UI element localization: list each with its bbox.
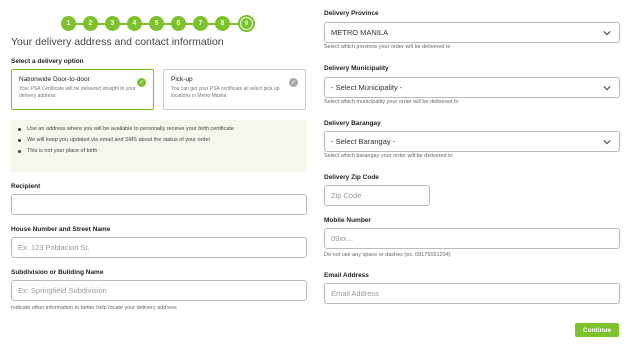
check-circle-icon: ✓	[289, 78, 298, 87]
barangay-select[interactable]: - Select Barangay -	[324, 131, 620, 152]
barangay-label: Delivery Barangay	[324, 120, 381, 127]
page-heading: Your delivery address and contact inform…	[11, 36, 224, 48]
province-value: METRO MANILA	[331, 28, 389, 37]
step-number: 1	[66, 20, 71, 27]
delivery-option-label: Select a delivery option	[11, 58, 84, 65]
option-description: You can get your PSA certificate at sele…	[171, 86, 280, 99]
house-input[interactable]: Ex: 123 Poblacion St.	[11, 237, 307, 258]
check-circle-icon: ✓	[137, 78, 146, 87]
email-input[interactable]: Email Address	[324, 283, 620, 304]
step-number: 8	[220, 20, 225, 27]
notice-item: Use an address where you will be availab…	[17, 126, 299, 132]
house-label: House Number and Street Name	[11, 226, 111, 233]
step-7[interactable]: 7	[193, 16, 208, 31]
step-number: 3	[110, 20, 115, 27]
municipality-value: - Select Municipality -	[331, 83, 403, 92]
step-9-current: 9	[238, 15, 255, 32]
mobile-hint: Do not use any space or dashes (ex. 0917…	[324, 252, 451, 258]
province-hint: Select which province your order will be…	[324, 44, 451, 50]
notice-item: This is not your place of birth	[17, 148, 299, 154]
step-number: 6	[176, 20, 181, 27]
progress-stepper: 1 2 3 4 5 6 7 8 9	[61, 15, 256, 32]
option-description: Your PSA Certificate will be delivered s…	[19, 86, 136, 99]
mobile-label: Mobile Number	[324, 217, 371, 224]
chevron-down-icon	[603, 140, 611, 145]
step-4[interactable]: 4	[127, 16, 142, 31]
municipality-hint: Select which municipality your order wil…	[324, 99, 459, 105]
step-number: 7	[198, 20, 203, 27]
subdivision-input[interactable]: Ex: Springfield Subdivision	[11, 280, 307, 301]
option-pick-up[interactable]: Pick-up You can get your PSA certificate…	[163, 69, 306, 110]
recipient-input[interactable]	[11, 194, 307, 215]
subdivision-hint: Indicate other information to better hel…	[11, 305, 177, 311]
continue-button[interactable]: Continue	[575, 323, 619, 337]
mobile-input[interactable]: 09xx...	[324, 228, 620, 249]
option-title: Pick-up	[171, 76, 193, 83]
option-title: Nationwide Door-to-door	[19, 76, 90, 83]
step-number: 9	[241, 18, 252, 29]
delivery-notice: Use an address where you will be availab…	[11, 120, 307, 172]
barangay-hint: Select which barangay your order will be…	[324, 153, 453, 159]
step-number: 2	[88, 20, 93, 27]
step-2[interactable]: 2	[83, 16, 98, 31]
chevron-down-icon	[603, 86, 611, 91]
municipality-select[interactable]: - Select Municipality -	[324, 77, 620, 98]
province-select[interactable]: METRO MANILA	[324, 22, 620, 43]
recipient-label: Recipient	[11, 183, 41, 190]
chevron-down-icon	[603, 31, 611, 36]
notice-item: We will keep you updated via email and S…	[17, 137, 299, 143]
step-5[interactable]: 5	[149, 16, 164, 31]
barangay-value: - Select Barangay -	[331, 137, 396, 146]
municipality-label: Delivery Municipality	[324, 65, 389, 72]
step-number: 4	[132, 20, 137, 27]
step-8[interactable]: 8	[215, 16, 230, 31]
subdivision-label: Subdivision or Building Name	[11, 269, 104, 276]
step-3[interactable]: 3	[105, 16, 120, 31]
zip-input[interactable]: Zip Code	[324, 185, 430, 206]
zip-label: Delivery Zip Code	[324, 174, 379, 181]
step-6[interactable]: 6	[171, 16, 186, 31]
email-label: Email Address	[324, 272, 369, 279]
step-number: 5	[154, 20, 159, 27]
province-label: Delivery Province	[324, 10, 379, 17]
option-door-to-door[interactable]: Nationwide Door-to-door Your PSA Certifi…	[11, 69, 154, 110]
step-1[interactable]: 1	[61, 16, 76, 31]
